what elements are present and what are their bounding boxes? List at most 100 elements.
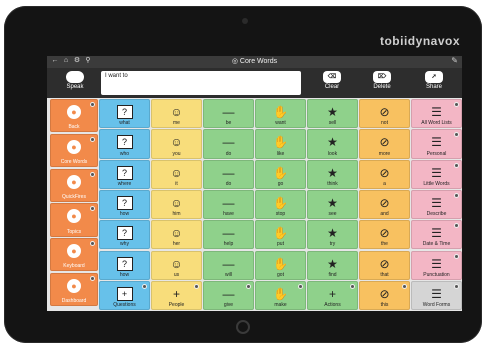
word-button-do[interactable]: — do — [203, 159, 254, 189]
word-button-him[interactable]: ☺ him — [151, 189, 202, 220]
word-label: do — [225, 180, 232, 187]
symbol-icon: ⊘ — [379, 135, 390, 150]
word-label: go — [277, 180, 284, 187]
nav-button-quickfires[interactable]: ● QuickFires — [50, 168, 98, 202]
word-button-you[interactable]: ☺ you — [151, 129, 202, 159]
word-button-think[interactable]: ★ think — [307, 159, 358, 189]
word-button-got[interactable]: ✋ got — [255, 250, 306, 280]
word-button-put[interactable]: ✋ put — [255, 220, 306, 250]
message-window[interactable]: I want to — [101, 71, 301, 95]
home-button[interactable] — [236, 320, 250, 334]
word-button-have[interactable]: — have — [203, 189, 254, 220]
symbol-icon: ★ — [327, 105, 338, 119]
info-dot-icon — [454, 162, 459, 168]
symbol-icon: ✋ — [273, 195, 288, 210]
nav-label: Topics — [66, 228, 82, 235]
word-button-not[interactable]: ⊘ not — [359, 99, 410, 129]
speech-bubble-icon: ● — [67, 209, 81, 224]
word-button-find[interactable]: ★ find — [307, 250, 358, 280]
word-label: and — [380, 211, 389, 218]
word-button-try[interactable]: ★ try — [307, 220, 358, 250]
nav-button-core-words[interactable]: ● Core Words — [50, 133, 98, 168]
word-button-do[interactable]: — do — [203, 129, 254, 159]
word-label: see — [328, 211, 337, 218]
symbol-icon: ? — [116, 105, 133, 119]
word-button-sell[interactable]: ★ sell — [307, 99, 358, 129]
word-label: him — [172, 211, 181, 218]
symbol-icon: ✋ — [273, 165, 288, 180]
nav-button-back[interactable]: ● Back — [50, 99, 98, 133]
word-button-all-word-lists[interactable]: ☰ All Word Lists — [411, 99, 462, 129]
word-button-actions[interactable]: + Actions — [307, 280, 358, 311]
word-button-stop[interactable]: ✋ stop — [255, 189, 306, 220]
word-button-people[interactable]: + People — [151, 280, 202, 311]
word-label: who — [119, 150, 130, 157]
word-button-be[interactable]: — be — [203, 99, 254, 129]
word-button-questions[interactable]: + Questions — [99, 280, 150, 311]
nav-label: Back — [68, 124, 80, 131]
app-screen: ← ⌂ ⚙ ⚲ ◎ Core Words ✎ Speak I want to ⌫… — [47, 56, 462, 311]
word-button-who[interactable]: ? who — [99, 129, 150, 159]
symbol-icon: ☺ — [170, 226, 183, 241]
symbol-icon: ☰ — [431, 286, 442, 301]
word-button-how[interactable]: ? how — [99, 250, 150, 280]
word-label: Punctuation — [423, 271, 450, 278]
symbol-icon: ★ — [327, 256, 338, 271]
word-button-give[interactable]: — give — [203, 280, 254, 311]
info-dot-icon — [402, 283, 407, 289]
word-button-little-words[interactable]: ☰ Little Words — [411, 159, 462, 189]
word-button-want[interactable]: ✋ want — [255, 99, 306, 129]
word-button-will[interactable]: — will — [203, 250, 254, 280]
word-button-word-forms[interactable]: ☰ Word Forms — [411, 280, 462, 311]
word-button-look[interactable]: ★ look — [307, 129, 358, 159]
word-button-a[interactable]: ⊘ a — [359, 159, 410, 189]
word-label: you — [172, 150, 181, 157]
symbol-icon: + — [328, 286, 336, 301]
word-button-her[interactable]: ☺ her — [151, 220, 202, 250]
nav-button-dashboard[interactable]: ● Dashboard — [50, 273, 98, 307]
word-button-help[interactable]: — help — [203, 220, 254, 250]
dashboard-icon: ● — [67, 279, 81, 293]
vocabulary-grid: ● Back ● Core Words ● QuickFires ● Topics ● Keybo… — [47, 98, 462, 311]
word-label: want — [275, 120, 286, 127]
symbol-icon: ✋ — [273, 286, 288, 301]
word-label: All Word Lists — [421, 120, 452, 127]
nav-label: Dashboard — [61, 298, 87, 305]
word-button-punctuation[interactable]: ☰ Punctuation — [411, 250, 462, 280]
speak-button[interactable]: Speak — [51, 70, 99, 96]
symbol-icon: — — [222, 165, 235, 180]
word-button-like[interactable]: ✋ like — [255, 129, 306, 159]
target-icon: ◎ — [231, 58, 238, 65]
word-button-see[interactable]: ★ see — [307, 189, 358, 220]
word-button-more[interactable]: ⊘ more — [359, 129, 410, 159]
word-button-it[interactable]: ☺ it — [151, 159, 202, 189]
word-button-that[interactable]: ⊘ that — [359, 250, 410, 280]
word-button-why[interactable]: ? why — [99, 220, 150, 250]
word-button-what[interactable]: ? what — [99, 99, 150, 129]
word-label: how — [119, 271, 130, 278]
word-button-the[interactable]: ⊘ the — [359, 220, 410, 250]
word-button-go[interactable]: ✋ go — [255, 159, 306, 189]
word-button-us[interactable]: ☺ us — [151, 250, 202, 280]
nav-button-keyboard[interactable]: ● Keyboard — [50, 238, 98, 272]
word-label: why — [120, 241, 129, 248]
word-button-date-time[interactable]: ☰ Date & Time — [411, 220, 462, 250]
clear-button[interactable]: ⌫ Clear — [309, 70, 355, 96]
word-button-how[interactable]: ? how — [99, 189, 150, 220]
edit-icon[interactable]: ✎ — [451, 56, 458, 65]
delete-button[interactable]: ⌦ Delete — [359, 70, 405, 96]
word-label: do — [225, 150, 232, 157]
message-bar: Speak I want to ⌫ Clear ⌦ Delete ➚ Share — [47, 68, 462, 98]
nav-button-topics[interactable]: ● Topics — [50, 203, 98, 237]
symbol-icon: ✋ — [273, 135, 288, 150]
word-button-describe[interactable]: ☰ Describe — [411, 189, 462, 220]
info-dot-icon — [246, 283, 251, 289]
word-button-and[interactable]: ⊘ and — [359, 189, 410, 220]
word-button-where[interactable]: ? where — [99, 159, 150, 189]
word-button-make[interactable]: ✋ make — [255, 280, 306, 311]
share-button[interactable]: ➚ Share — [411, 70, 457, 96]
word-button-me[interactable]: ☺ me — [151, 99, 202, 129]
word-button-personal[interactable]: ☰ Personal — [411, 129, 462, 159]
page-title: Core Words — [239, 58, 278, 65]
word-button-this[interactable]: ⊘ this — [359, 280, 410, 311]
